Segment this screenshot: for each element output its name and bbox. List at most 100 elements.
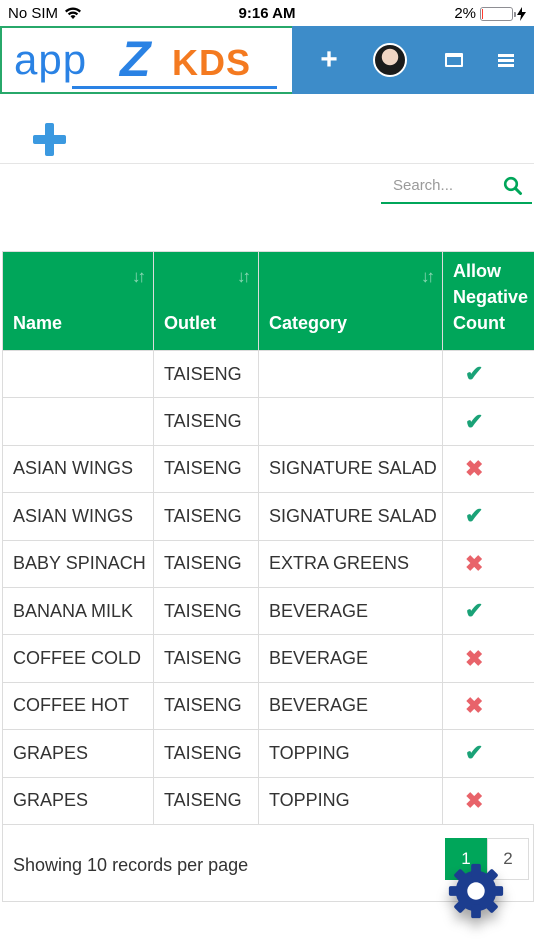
app-header: app Z KDS + <box>0 26 534 94</box>
cross-icon: ✖ <box>465 550 484 576</box>
table-body: TAISENG ✔ TAISENG ✔ ASIAN WINGS TAISENG SIGNAT… <box>2 349 534 825</box>
logo-kds-text: KDS <box>172 42 252 83</box>
column-header-category[interactable]: ↓↑ Category <box>258 251 443 351</box>
column-label: Name <box>13 313 63 333</box>
logo-z-text: Z <box>120 31 151 87</box>
cell-allow-negative: ✔ <box>442 492 534 541</box>
cell-allow-negative: ✖ <box>442 634 534 683</box>
cell-name: BABY SPINACH <box>2 539 154 588</box>
cell-name <box>2 349 154 399</box>
status-right: 2% <box>454 5 526 22</box>
table-row[interactable]: BABY SPINACH TAISENG EXTRA GREENS ✖ <box>2 539 534 588</box>
column-label: Outlet <box>164 313 216 333</box>
cross-icon: ✖ <box>465 645 484 671</box>
sort-icon[interactable]: ↓↑ <box>132 264 146 290</box>
cell-name: COFFEE HOT <box>2 681 154 731</box>
search-box <box>381 166 532 204</box>
cell-allow-negative: ✖ <box>442 444 534 494</box>
add-item-button[interactable] <box>30 120 70 160</box>
cell-allow-negative: ✖ <box>442 681 534 731</box>
battery-percent: 2% <box>454 5 476 22</box>
cell-allow-negative: ✔ <box>442 349 534 399</box>
plus-icon: + <box>320 43 338 76</box>
menu-button[interactable] <box>481 26 531 94</box>
logo-app-text: app <box>14 36 88 83</box>
cell-category: BEVERAGE <box>258 681 443 731</box>
user-avatar-button[interactable] <box>365 26 415 94</box>
cross-icon: ✖ <box>465 455 484 481</box>
sort-icon[interactable]: ↓↑ <box>421 264 435 290</box>
cell-outlet: TAISENG <box>153 444 259 494</box>
cell-outlet: TAISENG <box>153 586 259 636</box>
table-row[interactable]: ASIAN WINGS TAISENG SIGNATURE SALAD ✖ <box>2 444 534 494</box>
table-row[interactable]: COFFEE COLD TAISENG BEVERAGE ✖ <box>2 634 534 683</box>
cell-name <box>2 397 154 446</box>
table-header-row: ↓↑ Name ↓↑ Outlet ↓↑ Category Allow Nega… <box>2 251 534 351</box>
top-navbar: + <box>292 26 534 94</box>
cell-name: ASIAN WINGS <box>2 492 154 541</box>
cell-name: GRAPES <box>2 776 154 825</box>
table-row[interactable]: GRAPES TAISENG TOPPING ✔ <box>2 729 534 778</box>
gear-icon[interactable] <box>445 860 507 922</box>
table-row[interactable]: COFFEE HOT TAISENG BEVERAGE ✖ <box>2 681 534 731</box>
cell-name: BANANA MILK <box>2 586 154 636</box>
cell-category: BEVERAGE <box>258 586 443 636</box>
search-icon[interactable] <box>503 176 523 196</box>
cell-category: SIGNATURE SALAD <box>258 492 443 541</box>
records-info: Showing 10 records per page <box>13 855 249 875</box>
charging-bolt-icon <box>517 6 526 21</box>
check-icon: ✔ <box>465 361 484 387</box>
battery-icon <box>480 6 516 21</box>
table-row[interactable]: BANANA MILK TAISENG BEVERAGE ✔ <box>2 586 534 636</box>
check-icon: ✔ <box>465 598 484 624</box>
cell-name: ASIAN WINGS <box>2 444 154 494</box>
toolbar <box>0 94 534 164</box>
logo-underline <box>72 86 277 89</box>
column-label: Allow Negative Count <box>453 261 529 333</box>
table-row[interactable]: GRAPES TAISENG TOPPING ✖ <box>2 776 534 825</box>
column-label: Category <box>269 313 348 333</box>
hamburger-icon <box>498 53 514 67</box>
column-header-outlet[interactable]: ↓↑ Outlet <box>153 251 259 351</box>
cell-category: TOPPING <box>258 729 443 778</box>
cell-outlet: TAISENG <box>153 634 259 683</box>
cell-outlet: TAISENG <box>153 681 259 731</box>
app-logo[interactable]: app Z KDS <box>0 26 292 94</box>
avatar <box>373 43 407 77</box>
cell-name: COFFEE COLD <box>2 634 154 683</box>
cell-category: TOPPING <box>258 776 443 825</box>
table-row[interactable]: TAISENG ✔ <box>2 397 534 446</box>
table-row[interactable]: ASIAN WINGS TAISENG SIGNATURE SALAD ✔ <box>2 492 534 541</box>
cell-category <box>258 397 443 446</box>
cell-allow-negative: ✔ <box>442 586 534 636</box>
cell-allow-negative: ✖ <box>442 539 534 588</box>
column-header-allow-negative[interactable]: Allow Negative Count <box>442 251 534 351</box>
cell-allow-negative: ✔ <box>442 729 534 778</box>
cell-outlet: TAISENG <box>153 349 259 399</box>
cell-category <box>258 349 443 399</box>
cell-category: EXTRA GREENS <box>258 539 443 588</box>
window-icon <box>445 53 463 67</box>
cell-outlet: TAISENG <box>153 776 259 825</box>
column-header-name[interactable]: ↓↑ Name <box>2 251 154 351</box>
cell-outlet: TAISENG <box>153 729 259 778</box>
window-toggle-button[interactable] <box>429 26 479 94</box>
cross-icon: ✖ <box>465 692 484 718</box>
search-input[interactable] <box>385 172 495 198</box>
cell-category: SIGNATURE SALAD <box>258 444 443 494</box>
cell-category: BEVERAGE <box>258 634 443 683</box>
check-icon: ✔ <box>465 408 484 434</box>
sort-icon[interactable]: ↓↑ <box>237 264 251 290</box>
cell-outlet: TAISENG <box>153 397 259 446</box>
cell-allow-negative: ✖ <box>442 776 534 825</box>
status-bar: No SIM 9:16 AM 2% <box>0 0 534 26</box>
add-nav-button[interactable]: + <box>304 26 354 94</box>
cross-icon: ✖ <box>465 787 484 813</box>
items-table: ↓↑ Name ↓↑ Outlet ↓↑ Category Allow Nega… <box>2 251 534 825</box>
cell-name: GRAPES <box>2 729 154 778</box>
cell-allow-negative: ✔ <box>442 397 534 446</box>
cell-outlet: TAISENG <box>153 539 259 588</box>
table-row[interactable]: TAISENG ✔ <box>2 349 534 399</box>
check-icon: ✔ <box>465 740 484 766</box>
check-icon: ✔ <box>465 503 484 529</box>
